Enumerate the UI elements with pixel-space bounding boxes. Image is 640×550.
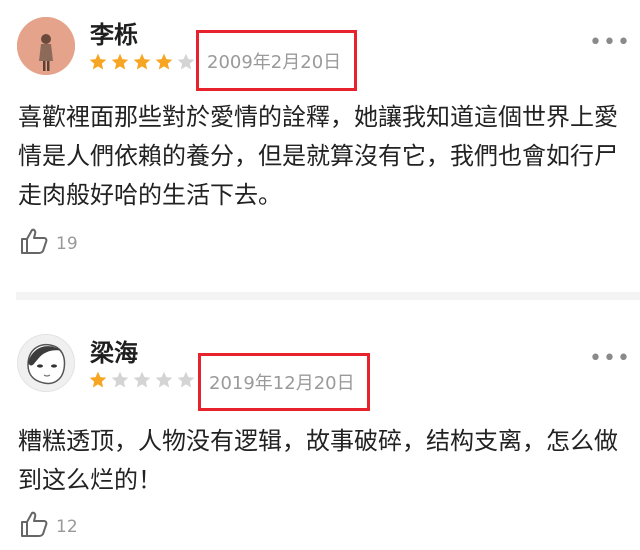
thumbs-up-icon: [21, 511, 48, 537]
like-count: 12: [56, 517, 78, 537]
star-filled-icon: [155, 53, 173, 70]
rating-stars: [88, 370, 196, 390]
thumbs-up-icon: [21, 228, 48, 254]
like-button[interactable]: 12: [20, 511, 78, 537]
more-dots-icon[interactable]: •••: [589, 346, 631, 371]
review-item: 梁海 2019年12月20日 ••• 糟糕透顶，人物没有逻辑，故事破碎，结构支离…: [0, 300, 640, 550]
date-highlight-box: 2009年2月20日: [196, 30, 357, 91]
like-button[interactable]: 19: [20, 228, 78, 254]
avatar[interactable]: [17, 17, 75, 75]
star-filled-icon: [89, 371, 107, 388]
username[interactable]: 李栎: [90, 15, 138, 50]
date-highlight-box: 2019年12月20日: [198, 353, 370, 411]
rating-stars: [88, 52, 196, 72]
review-date: 2009年2月20日: [207, 51, 342, 73]
star-empty-icon: [177, 53, 195, 70]
review-text: 糟糕透顶，人物没有逻辑，故事破碎，结构支离，怎么做到这么烂的！: [18, 427, 618, 494]
avatar[interactable]: [17, 334, 75, 392]
star-empty-icon: [111, 371, 129, 388]
star-filled-icon: [111, 53, 129, 70]
star-empty-icon: [177, 371, 195, 388]
star-empty-icon: [155, 371, 173, 388]
divider: [16, 292, 640, 300]
review-text: 喜歡裡面那些對於愛情的詮釋，她讓我知道這個世界上愛情是人們依賴的養分，但是就算沒…: [18, 103, 618, 209]
username[interactable]: 梁海: [90, 333, 138, 368]
star-filled-icon: [89, 53, 107, 70]
more-dots-icon[interactable]: •••: [589, 30, 631, 55]
like-count: 19: [56, 234, 78, 254]
review-date: 2019年12月20日: [209, 373, 355, 394]
star-filled-icon: [133, 53, 151, 70]
star-empty-icon: [133, 371, 151, 388]
review-item: 李栎 2009年2月20日 ••• 喜歡裡面那些對於愛情的詮釋，她讓我知道這個世…: [0, 0, 640, 292]
